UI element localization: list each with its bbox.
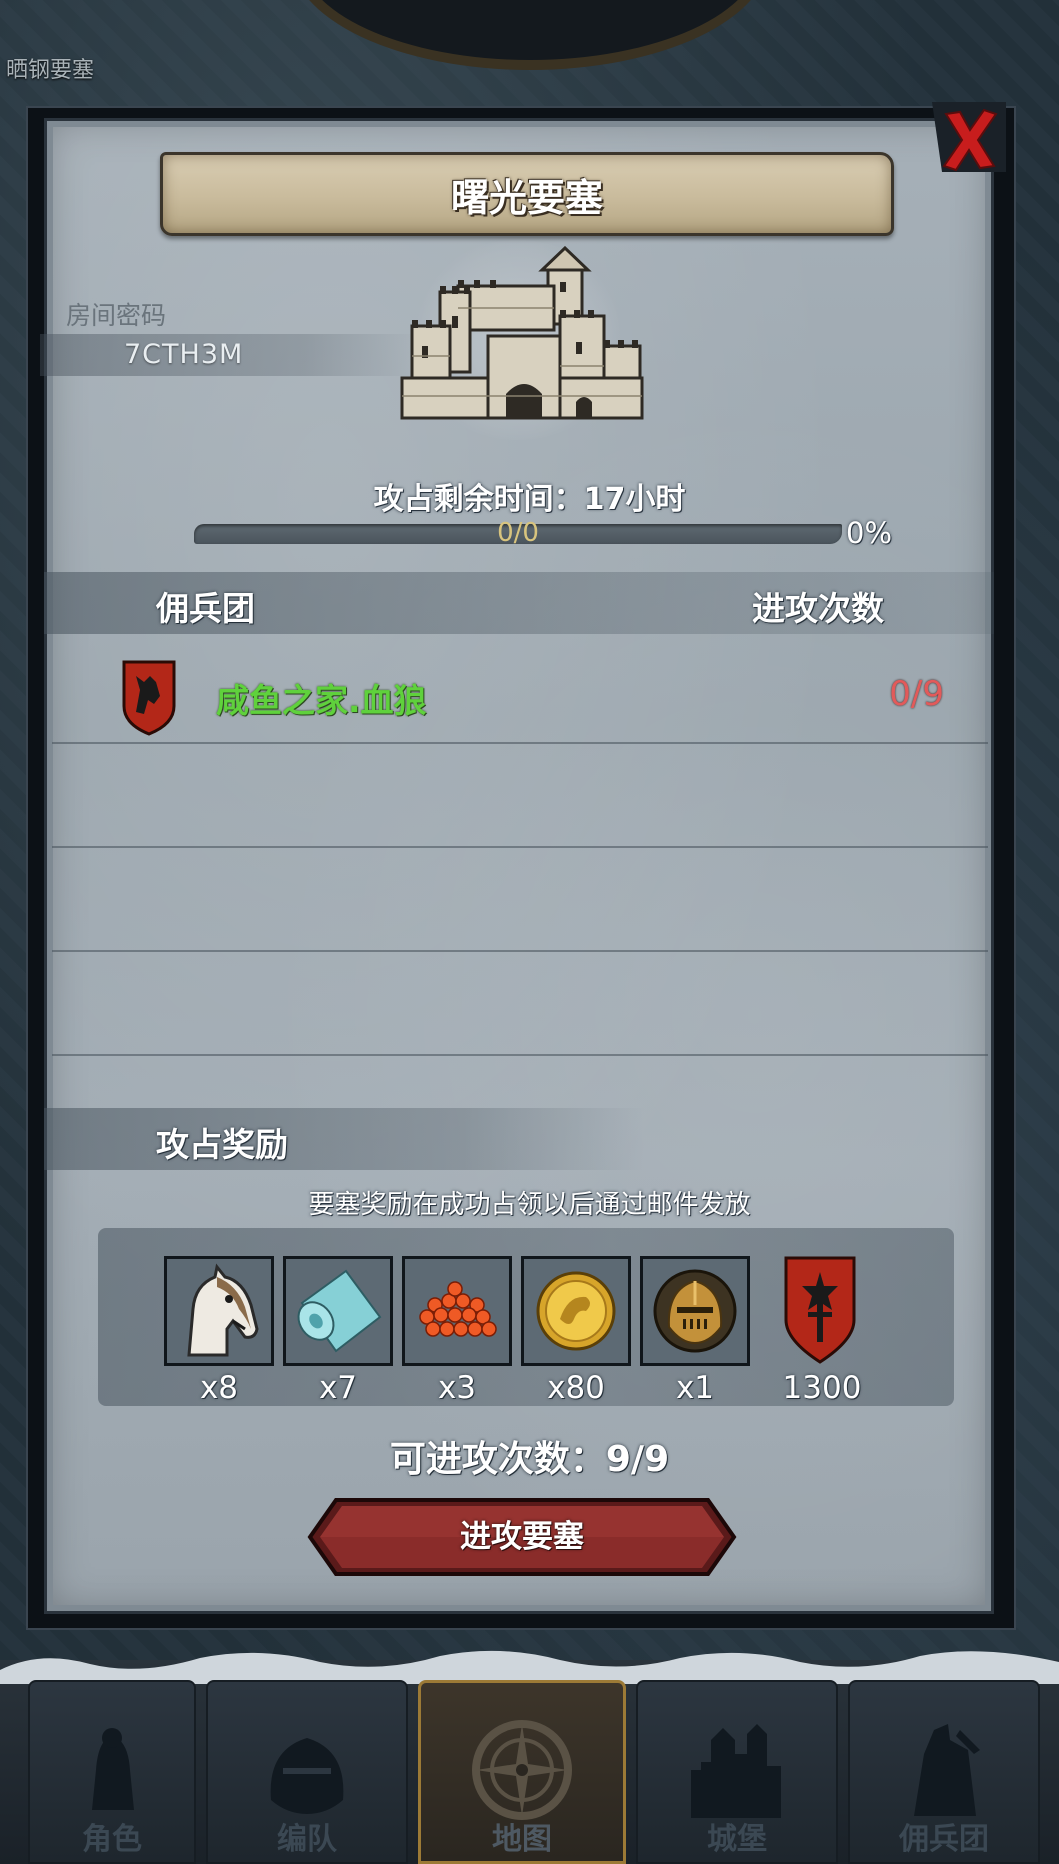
dialog-title: 曙光要塞 (450, 175, 603, 220)
tab-label: 佣兵团 (899, 1822, 989, 1857)
reward-header: 攻占奖励 (156, 1125, 288, 1164)
reward-item-horse[interactable] (164, 1256, 274, 1366)
close-icon (932, 102, 1006, 172)
knight-helmet-icon (643, 1259, 747, 1363)
mercenary-attack-count: 0/9 (889, 674, 944, 714)
tab-label: 地图 (492, 1822, 552, 1857)
snow-edge (0, 1650, 1059, 1684)
tab-map[interactable]: 地图 (414, 1680, 630, 1864)
tab-formation[interactable]: 编队 (202, 1680, 412, 1864)
red-beads-icon (405, 1259, 509, 1363)
compass-icon (472, 1720, 572, 1820)
helmet-icon (270, 1738, 344, 1814)
reward-item-beads[interactable] (402, 1256, 512, 1366)
mercenary-row-empty (52, 744, 988, 848)
attack-count-column-header: 进攻次数 (752, 589, 884, 628)
reward-note: 要塞奖励在成功占领以后通过邮件发放 (308, 1190, 751, 1220)
mercenary-icon (914, 1724, 980, 1816)
reward-item-coin[interactable] (521, 1256, 631, 1366)
tab-castle[interactable]: 城堡 (632, 1680, 842, 1864)
dialog-title-banner: 曙光要塞 (160, 152, 894, 236)
guild-banner-icon[interactable] (784, 1256, 856, 1364)
tab-label: 角色 (82, 1822, 142, 1857)
knight-icon (92, 1728, 134, 1810)
mercenary-row[interactable]: 咸鱼之家.血狼 0/9 (52, 640, 988, 744)
close-button[interactable] (930, 100, 1008, 182)
available-attempts: 可进攻次数：9/9 (389, 1439, 670, 1480)
room-code-value[interactable]: 7CTH3M (124, 339, 243, 370)
mercenary-row-empty (52, 952, 988, 1056)
wolf-shield-icon (122, 660, 176, 736)
room-code-label: 房间密码 (66, 301, 167, 330)
capture-progress-value: 0/0 (497, 518, 539, 548)
reward-item-helmet[interactable] (640, 1256, 750, 1366)
mercenary-header-bar: 佣兵团 进攻次数 (44, 572, 994, 634)
fortress-castle-icon (400, 246, 644, 420)
reward-item-cloth[interactable] (283, 1256, 393, 1366)
capture-progress-percent: 0% (846, 516, 893, 550)
mercenary-row-empty (52, 848, 988, 952)
reward-qty: x1 (675, 1370, 715, 1406)
tab-character[interactable]: 角色 (24, 1680, 200, 1864)
horse-head-icon (167, 1259, 271, 1363)
cloth-roll-icon (286, 1259, 390, 1363)
gold-coin-icon (524, 1259, 628, 1363)
reward-header-bar: 攻占奖励 (44, 1108, 644, 1170)
mercenary-column-header: 佣兵团 (156, 589, 255, 628)
tab-label: 城堡 (707, 1822, 767, 1857)
capture-time-remaining: 攻占剩余时间：17小时 (373, 482, 686, 517)
tab-label: 编队 (277, 1822, 337, 1857)
tab-mercenary[interactable]: 佣兵团 (844, 1680, 1044, 1864)
map-location-label: 晒钢要塞 (6, 58, 95, 83)
castle-icon (691, 1724, 781, 1818)
reward-qty: 1300 (782, 1370, 862, 1406)
mercenary-name: 咸鱼之家.血狼 (216, 681, 427, 720)
attack-fortress-button[interactable]: 进攻要塞 (306, 1496, 738, 1578)
attack-button-label: 进攻要塞 (460, 1519, 584, 1555)
